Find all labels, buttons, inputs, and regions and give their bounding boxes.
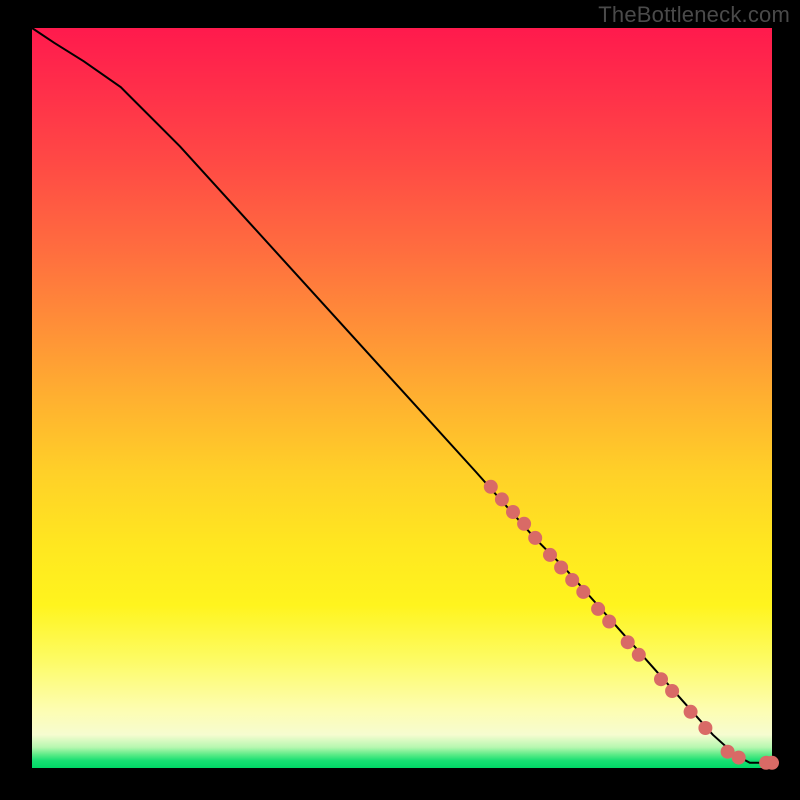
- data-point: [517, 517, 531, 531]
- data-point: [576, 585, 590, 599]
- data-point: [484, 480, 498, 494]
- plot-area: [32, 28, 772, 768]
- data-point: [621, 635, 635, 649]
- watermark-text: TheBottleneck.com: [598, 2, 790, 28]
- bottleneck-curve: [32, 28, 772, 763]
- chart-frame: TheBottleneck.com: [0, 0, 800, 800]
- data-point: [654, 672, 668, 686]
- data-point: [565, 573, 579, 587]
- data-point: [732, 751, 746, 765]
- data-point: [632, 648, 646, 662]
- highlighted-points-group: [484, 480, 779, 770]
- data-point: [554, 561, 568, 575]
- data-point: [591, 602, 605, 616]
- chart-overlay: [32, 28, 772, 768]
- data-point: [528, 531, 542, 545]
- data-point: [543, 548, 557, 562]
- data-point: [698, 721, 712, 735]
- data-point: [684, 705, 698, 719]
- data-point: [602, 615, 616, 629]
- data-point: [506, 505, 520, 519]
- data-point: [765, 756, 779, 770]
- data-point: [495, 492, 509, 506]
- data-point: [665, 684, 679, 698]
